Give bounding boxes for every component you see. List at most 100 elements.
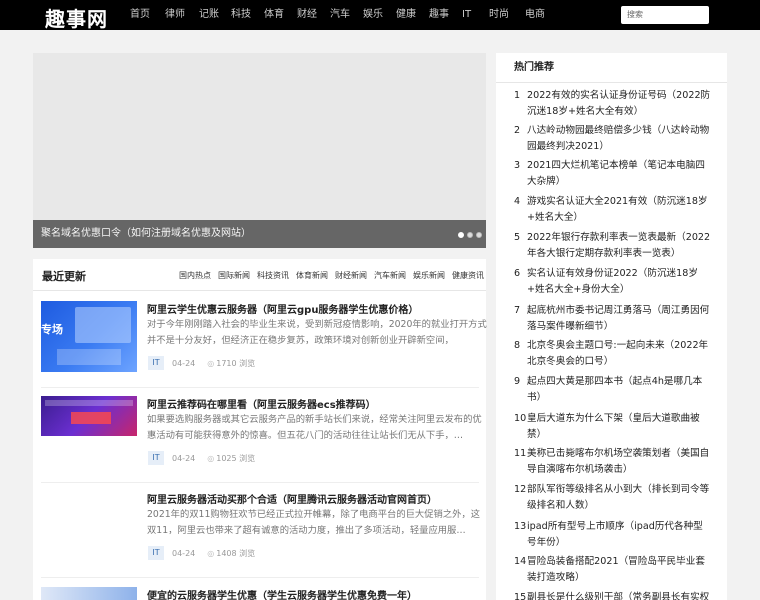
carousel-dot[interactable] (476, 232, 482, 238)
thumbnail-artwork: 专场 (41, 323, 63, 336)
article-date: 04-24 (172, 358, 196, 368)
hero-carousel[interactable]: 聚名域名优惠口令（如何注册域名优惠及网站） (33, 53, 486, 248)
view-count-text: 1025 浏览 (216, 453, 256, 463)
carousel-dots (455, 232, 482, 238)
article-item[interactable]: 阿里云推荐码在哪里看（阿里云服务器ecs推荐码） 如果要选购服务器或其它云服务产… (41, 396, 482, 476)
hot-item-rank: 13 (514, 521, 527, 532)
article-item[interactable]: 阿里云服务器活动买那个合适（阿里腾讯云服务器活动官网首页） 2021年的双11购… (41, 491, 481, 571)
carousel-dot[interactable] (467, 232, 473, 238)
hot-item-title[interactable]: 美称已击毙喀布尔机场空袭策划者（美国自导自演喀布尔机场袭击） (527, 446, 712, 478)
hot-item-title[interactable]: 皇后大道东为什么下架（皇后大道歌曲被禁） (527, 411, 712, 443)
tab-domestic[interactable]: 国内热点 (179, 270, 211, 281)
nav-item-accounting[interactable]: 记账 (190, 0, 223, 30)
thumbnail-artwork (45, 400, 133, 406)
hot-item-title[interactable]: 冒险岛装备搭配2021（冒险岛平民毕业套装打造攻略） (527, 554, 712, 586)
main-nav: 首页 律师 记账 科技 体育 财经 汽车 娱乐 健康 趣事 IT 时尚 电商 (122, 0, 550, 30)
nav-item-lawyer[interactable]: 律师 (155, 0, 190, 30)
view-count: ◎ 1710 浏览 (207, 358, 255, 369)
latest-updates-panel: 最近更新 国内热点 国际新闻 科技资讯 体育新闻 财经新闻 汽车新闻 娱乐新闻 … (33, 259, 487, 600)
hot-item-title[interactable]: 2022年银行存款利率表一览表最新（2022年各大银行定期存款利率表一览表） (527, 230, 712, 262)
nav-item-entertainment[interactable]: 娱乐 (355, 0, 388, 30)
view-count-text: 1710 浏览 (216, 358, 256, 368)
hot-item-rank: 4 (514, 196, 521, 207)
hot-item-title[interactable]: 实名认证有效身份证2022（防沉迷18岁+姓名大全+身份大全） (527, 266, 712, 298)
hot-item-rank: 8 (514, 340, 521, 351)
thumbnail-artwork (71, 412, 111, 424)
article-title[interactable]: 便宜的云服务器学生优惠（学生云服务器学生优惠免费一年） (147, 587, 417, 600)
article-title[interactable]: 阿里云学生优惠云服务器（阿里云gpu服务器学生优惠价格） (147, 301, 418, 316)
hot-item-rank: 15 (514, 592, 527, 600)
sidebar-title: 热门推荐 (496, 53, 727, 83)
nav-item-fun[interactable]: 趣事 (421, 0, 454, 30)
category-badge[interactable]: IT (148, 546, 164, 560)
divider (41, 387, 479, 388)
article-item[interactable]: 专场 阿里云学生优惠云服务器（阿里云gpu服务器学生优惠价格） 对于今年刚刚踏入… (41, 301, 487, 381)
article-meta: IT 04-24 ◎ 1710 浏览 (148, 356, 255, 370)
latest-title: 最近更新 (42, 270, 86, 283)
hot-item-title[interactable]: 八达岭动物园最终赔偿多少钱（八达岭动物园最终判决2021） (527, 123, 712, 155)
article-thumbnail[interactable]: 专场 (41, 301, 137, 372)
hot-item-title[interactable]: 2021四大烂机笔记本榜单（笔记本电脑四大杂牌） (527, 158, 712, 190)
hot-item-rank: 1 (514, 90, 521, 101)
article-title[interactable]: 阿里云服务器活动买那个合适（阿里腾讯云服务器活动官网首页） (147, 491, 437, 506)
site-logo[interactable]: 趣事网 (45, 3, 108, 32)
thumbnail-artwork (75, 307, 131, 343)
hot-item-title[interactable]: ipad所有型号上市顺序（ipad历代各种型号年份） (527, 519, 712, 551)
article-item[interactable]: 便宜的云服务器学生优惠（学生云服务器学生优惠免费一年） (41, 587, 481, 600)
hot-item-title[interactable]: 部队军衔等级排名从小到大（排长到司令等级排名和人数） (527, 482, 712, 514)
category-tabs: 国内热点 国际新闻 科技资讯 体育新闻 财经新闻 汽车新闻 娱乐新闻 健康资讯 (172, 270, 484, 281)
tab-auto[interactable]: 汽车新闻 (374, 270, 406, 281)
article-thumbnail[interactable] (41, 396, 137, 436)
view-count: ◎ 1408 浏览 (207, 548, 255, 559)
carousel-caption-text[interactable]: 聚名域名优惠口令（如何注册域名优惠及网站） (41, 228, 251, 239)
nav-item-auto[interactable]: 汽车 (322, 0, 355, 30)
nav-item-sports[interactable]: 体育 (256, 0, 289, 30)
tab-finance[interactable]: 财经新闻 (335, 270, 367, 281)
nav-item-health[interactable]: 健康 (388, 0, 421, 30)
thumbnail-artwork (57, 349, 121, 365)
hot-item-title[interactable]: 2022有效的实名认证身份证号码（2022防沉迷18岁+姓名大全有效） (527, 88, 712, 120)
hot-item-rank: 2 (514, 125, 521, 136)
article-date: 04-24 (172, 548, 196, 558)
divider (41, 577, 479, 578)
tab-international[interactable]: 国际新闻 (218, 270, 250, 281)
nav-item-ecommerce[interactable]: 电商 (517, 0, 550, 30)
hot-item-rank: 3 (514, 160, 521, 171)
hot-item-rank: 9 (514, 376, 521, 387)
hot-item-rank: 7 (514, 305, 521, 316)
tab-tech[interactable]: 科技资讯 (257, 270, 289, 281)
view-count: ◎ 1025 浏览 (207, 453, 255, 464)
hot-item-rank: 12 (514, 484, 527, 495)
tab-sports[interactable]: 体育新闻 (296, 270, 328, 281)
search-input[interactable]: 搜索 (621, 6, 709, 24)
hot-item-rank: 14 (514, 556, 527, 567)
eye-icon: ◎ (207, 548, 215, 558)
article-summary: 如果要选购服务器或其它云服务产品的新手站长们来说，经常关注阿里云发布的优惠活动有… (147, 414, 482, 441)
tab-entertainment[interactable]: 娱乐新闻 (413, 270, 445, 281)
nav-item-finance[interactable]: 财经 (289, 0, 322, 30)
article-summary: 对于今年刚刚踏入社会的毕业生来说，受到新冠疫情影响，2020年的就业打开方式并不… (147, 319, 487, 346)
nav-item-it[interactable]: IT (454, 0, 483, 30)
article-thumbnail[interactable] (41, 587, 137, 600)
category-badge[interactable]: IT (148, 451, 164, 465)
nav-item-tech[interactable]: 科技 (223, 0, 256, 30)
article-date: 04-24 (172, 453, 196, 463)
nav-item-home[interactable]: 首页 (122, 0, 155, 30)
article-meta: IT 04-24 ◎ 1025 浏览 (148, 451, 255, 465)
hot-item-rank: 11 (514, 448, 527, 459)
hot-recommendations-panel: 热门推荐 1 2022有效的实名认证身份证号码（2022防沉迷18岁+姓名大全有效… (496, 53, 727, 600)
hot-item-title[interactable]: 游戏实名认证大全2021有效（防沉迷18岁+姓名大全） (527, 194, 712, 226)
hot-item-title[interactable]: 北京冬奥会主题口号:一起向未来（2022年北京冬奥会的口号） (527, 338, 712, 370)
eye-icon: ◎ (207, 453, 215, 463)
top-navbar: 趣事网 首页 律师 记账 科技 体育 财经 汽车 娱乐 健康 趣事 IT 时尚 … (0, 0, 760, 32)
carousel-dot[interactable] (458, 232, 464, 238)
category-badge[interactable]: IT (148, 356, 164, 370)
hot-item-title[interactable]: 起底杭州市委书记周江勇落马（周江勇因何落马案件曝新细节） (527, 303, 712, 335)
tab-health[interactable]: 健康资讯 (452, 270, 484, 281)
article-title[interactable]: 阿里云推荐码在哪里看（阿里云服务器ecs推荐码） (147, 396, 376, 411)
eye-icon: ◎ (207, 358, 215, 368)
carousel-caption[interactable]: 聚名域名优惠口令（如何注册域名优惠及网站） (33, 220, 486, 248)
nav-item-fashion[interactable]: 时尚 (483, 0, 517, 30)
hot-item-title[interactable]: 起点四大黄是那四本书（起点4h是哪几本书） (527, 374, 712, 406)
hot-item-title[interactable]: 副县长是什么级别干部（常务副县长有实权吗） (527, 590, 712, 600)
